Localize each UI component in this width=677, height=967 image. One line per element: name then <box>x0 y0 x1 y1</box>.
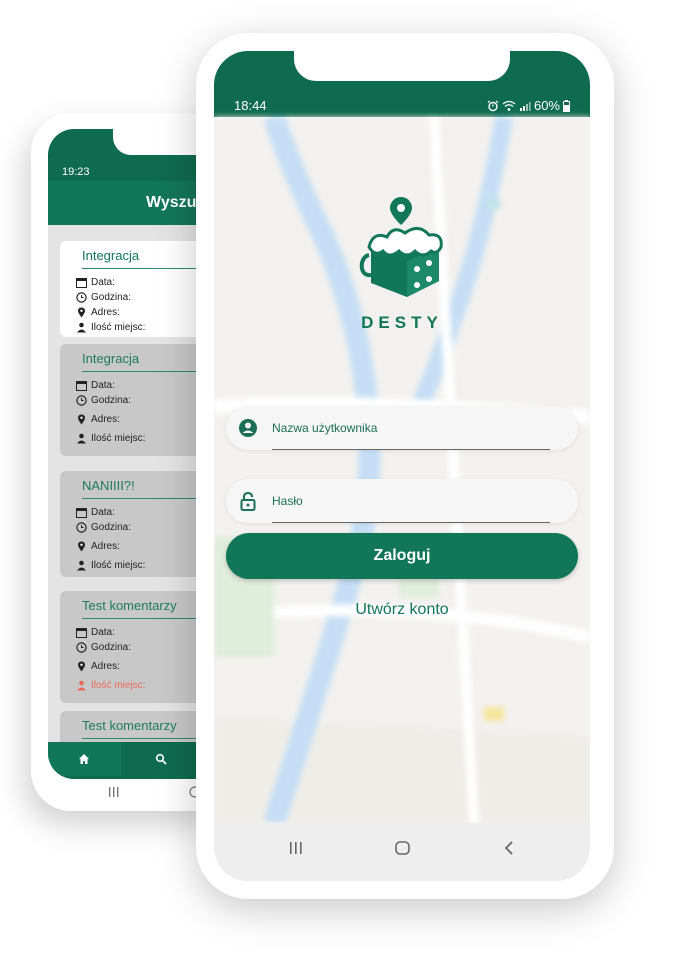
calendar-icon <box>76 381 87 391</box>
seats-field: Ilość miejsc: <box>76 560 145 571</box>
clock-icon <box>76 522 87 533</box>
time-label: Godzina: <box>91 642 132 653</box>
register-link[interactable]: Utwórz konto <box>214 601 590 619</box>
front-phone-screen: 18:44 60% DESTY Nazwa użytkownika Hasło … <box>214 51 590 881</box>
time-label: Godzina: <box>91 292 132 303</box>
calendar-icon <box>76 628 87 638</box>
date-label: Data: <box>91 507 115 518</box>
alarm-icon <box>487 100 499 111</box>
person-icon <box>77 560 86 571</box>
battery-icon <box>563 99 570 112</box>
time-label: Godzina: <box>91 522 132 533</box>
status-bar: 18:44 60% <box>214 51 590 117</box>
username-placeholder: Nazwa użytkownika <box>272 421 378 435</box>
clock-icon <box>76 292 87 303</box>
event-title: NANIIII?! <box>82 478 135 493</box>
home-icon[interactable] <box>78 753 90 765</box>
date-field: Data: <box>76 507 115 518</box>
address-field: Adres: <box>76 661 120 672</box>
calendar-icon <box>76 508 87 518</box>
lock-open-icon <box>240 491 256 511</box>
location-pin-icon <box>78 661 85 672</box>
location-pin-icon <box>78 541 85 552</box>
notch <box>294 51 510 81</box>
date-label: Data: <box>91 380 115 391</box>
event-title: Integracja <box>82 248 140 263</box>
desty-logo-icon <box>359 197 443 297</box>
logo-text: DESTY <box>361 313 443 332</box>
date-label: Data: <box>91 627 115 638</box>
date-field: Data: <box>76 380 115 391</box>
page-title: Wyszu <box>146 194 197 211</box>
system-nav-bar <box>214 823 590 881</box>
login-button[interactable]: Zaloguj <box>226 533 578 579</box>
back-icon[interactable] <box>504 841 513 855</box>
seats-label: Ilość miejsc: <box>91 560 146 571</box>
seats-label: Ilość miejsc: <box>91 433 146 444</box>
battery-percentage: 60% <box>533 98 560 113</box>
address-label: Adres: <box>91 541 120 552</box>
address-label: Adres: <box>91 414 120 425</box>
time-field: Godzina: <box>76 642 131 653</box>
date-field: Data: <box>76 627 115 638</box>
person-icon <box>77 680 86 691</box>
seats-label: Ilość miejsc: <box>91 680 146 691</box>
recent-apps-icon[interactable] <box>290 842 302 854</box>
address-field: Adres: <box>76 541 120 552</box>
event-title: Test komentarzy <box>82 598 177 613</box>
home-circle-icon[interactable] <box>395 841 410 855</box>
address-field: Adres: <box>76 414 120 425</box>
password-underline <box>272 522 550 523</box>
seats-field: Ilość miejsc: <box>76 322 145 333</box>
status-icons: 60% <box>487 98 570 113</box>
status-time: 18:44 <box>234 98 267 113</box>
time-field: Godzina: <box>76 522 131 533</box>
search-icon[interactable] <box>155 753 167 765</box>
calendar-icon <box>76 278 87 288</box>
time-label: Godzina: <box>91 395 132 406</box>
location-pin-icon <box>78 414 85 425</box>
time-field: Godzina: <box>76 395 131 406</box>
person-icon <box>77 433 86 444</box>
account-circle-icon <box>239 419 257 437</box>
date-field: Data: <box>76 277 115 288</box>
address-field: Adres: <box>76 307 120 318</box>
event-title: Integracja <box>82 351 140 366</box>
username-underline <box>272 449 550 450</box>
front-phone: 18:44 60% DESTY Nazwa użytkownika Hasło … <box>196 33 614 899</box>
time-field: Godzina: <box>76 292 131 303</box>
password-placeholder: Hasło <box>272 494 303 508</box>
location-pin-icon <box>78 307 85 318</box>
date-label: Data: <box>91 277 115 288</box>
wifi-icon <box>502 100 516 111</box>
username-field[interactable]: Nazwa użytkownika <box>226 406 578 450</box>
person-icon <box>77 322 86 333</box>
recent-apps-icon[interactable] <box>109 787 119 797</box>
password-field[interactable]: Hasło <box>226 479 578 523</box>
status-time: 19:23 <box>62 166 90 178</box>
seats-field: Ilość miejsc: <box>76 433 145 444</box>
address-label: Adres: <box>91 661 120 672</box>
clock-icon <box>76 395 87 406</box>
signal-icon <box>519 101 531 111</box>
address-label: Adres: <box>91 307 120 318</box>
event-title: Test komentarzy <box>82 718 177 733</box>
seats-label: Ilość miejsc: <box>91 322 146 333</box>
clock-icon <box>76 642 87 653</box>
seats-field: Ilość miejsc: <box>76 680 145 691</box>
